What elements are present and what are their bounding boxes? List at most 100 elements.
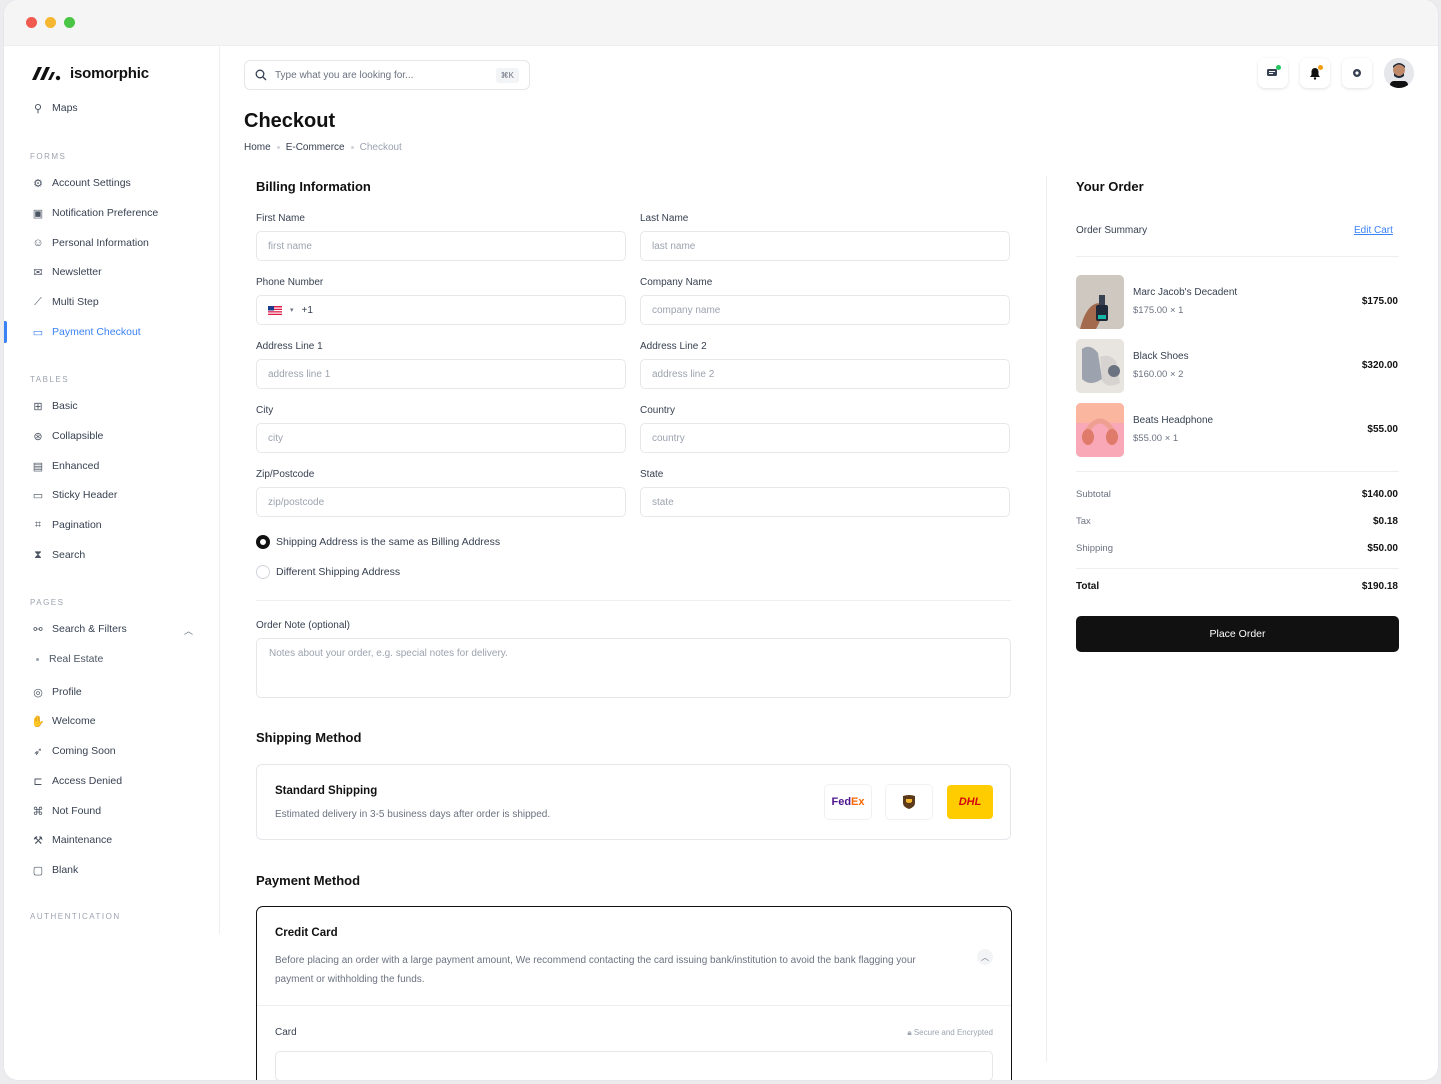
chevron-down-icon[interactable]: ▾	[290, 306, 294, 314]
same-address-radio[interactable]: Shipping Address is the same as Billing …	[256, 535, 500, 549]
shipping-option-standard[interactable]: Standard Shipping Estimated delivery in …	[256, 764, 1011, 840]
city-field[interactable]: city	[256, 423, 626, 453]
breadcrumb-home[interactable]: Home	[244, 142, 271, 153]
sidebar-item-enhanced[interactable]: ▤ Enhanced	[32, 460, 100, 473]
sidebar-item-payment-checkout[interactable]: ▭ Payment Checkout	[32, 326, 141, 339]
steps-icon: ⟋	[34, 295, 42, 308]
sidebar-item-account-settings[interactable]: ⚙ Account Settings	[32, 177, 131, 190]
user-icon: ☺	[32, 237, 44, 249]
divider	[1076, 471, 1399, 472]
order-note-field[interactable]: Notes about your order, e.g. special not…	[256, 638, 1011, 698]
sidebar-item-not-found[interactable]: ⌘ Not Found	[32, 805, 102, 818]
maximize-window-dot[interactable]	[64, 17, 75, 28]
logo[interactable]: isomorphic	[30, 64, 149, 82]
order-note-label: Order Note (optional)	[256, 620, 350, 631]
sidebar-item-label: Real Estate	[49, 653, 104, 665]
sidebar-item-label: Access Denied	[52, 775, 123, 787]
close-window-dot[interactable]	[26, 17, 37, 28]
hourglass-icon: ⧗	[34, 548, 42, 561]
company-field[interactable]: company name	[640, 295, 1010, 325]
sidebar-item-label: Multi Step	[52, 296, 99, 308]
sidebar-item-maps[interactable]: ⚲ Maps	[32, 102, 78, 115]
breadcrumb-separator	[350, 146, 354, 149]
active-indicator	[4, 321, 7, 343]
sidebar-item-blank[interactable]: ▢ Blank	[32, 864, 78, 877]
payment-heading: Payment Method	[256, 873, 361, 888]
browser-window: isomorphic ⚲ Maps FORMS ⚙ Account Settin…	[4, 0, 1438, 1080]
filter-icon: ⚯	[33, 623, 43, 636]
place-order-button[interactable]: Place Order	[1076, 616, 1399, 652]
product-meta: $55.00 × 1	[1133, 433, 1179, 444]
zip-field[interactable]: zip/postcode	[256, 487, 626, 517]
sidebar-item-label: Enhanced	[52, 460, 100, 472]
total-value: $190.18	[1361, 581, 1398, 592]
address2-field[interactable]: address line 2	[640, 359, 1010, 389]
chevron-up-icon[interactable]: ︿	[977, 949, 993, 965]
first-name-field[interactable]: first name	[256, 231, 626, 261]
ups-logo	[886, 785, 932, 819]
sidebar-item-maintenance[interactable]: ⚒ Maintenance	[32, 834, 112, 847]
state-label: State	[640, 469, 664, 480]
phone-field[interactable]: ▾ +1	[256, 295, 626, 325]
window-icon: ▭	[32, 489, 44, 502]
sidebar-item-sticky-header[interactable]: ▭ Sticky Header	[32, 489, 118, 502]
sidebar-item-basic[interactable]: ⊞ Basic	[32, 400, 77, 413]
avatar[interactable]	[1384, 58, 1414, 88]
sidebar-item-collapsible[interactable]: ⊛ Collapsible	[32, 430, 103, 443]
company-label: Company Name	[640, 277, 713, 288]
sidebar-item-welcome[interactable]: ✋ Welcome	[31, 715, 96, 728]
sidebar-item-coming-soon[interactable]: ➶ Coming Soon	[32, 745, 115, 758]
different-address-radio[interactable]: Different Shipping Address	[256, 565, 400, 579]
chevron-up-icon[interactable]: ︿	[184, 624, 193, 637]
order-column-divider	[1046, 176, 1047, 1062]
product-meta: $160.00 × 2	[1133, 369, 1184, 380]
payment-option-credit-card[interactable]: Credit Card Before placing an order with…	[256, 906, 1012, 1080]
grid-icon: ⊞	[33, 400, 43, 413]
radio-label: Different Shipping Address	[276, 566, 401, 578]
divider	[1076, 568, 1399, 569]
product-price: $175.00	[1361, 296, 1398, 307]
sidebar-item-access-denied[interactable]: ⊏ Access Denied	[32, 775, 123, 788]
messages-button[interactable]	[1258, 58, 1288, 88]
secure-note: 🔒︎ Secure and Encrypted	[907, 1028, 993, 1038]
sidebar-item-label: Not Found	[52, 805, 102, 817]
user-gear-icon: ⚙	[33, 177, 43, 190]
section-forms: FORMS	[30, 152, 67, 161]
divider	[256, 600, 1011, 601]
secure-text: Secure and Encrypted	[913, 1028, 993, 1037]
breadcrumb-separator	[276, 146, 280, 149]
sidebar-item-multi-step[interactable]: ⟋ Multi Step	[32, 295, 99, 309]
sidebar-subitem-real-estate[interactable]: Real Estate	[36, 653, 103, 665]
order-summary-label: Order Summary	[1076, 225, 1148, 236]
headphone-product-icon	[1076, 403, 1124, 457]
state-field[interactable]: state	[640, 487, 1010, 517]
sidebar-item-notification-preference[interactable]: ▣ Notification Preference	[32, 207, 158, 220]
divider	[1076, 256, 1399, 257]
sidebar-item-search[interactable]: ⧗ Search	[32, 548, 85, 562]
sidebar-item-label: Personal Information	[52, 237, 149, 249]
search-bar[interactable]: Type what you are looking for... ⌘K	[244, 60, 530, 90]
perfume-product-icon	[1076, 275, 1124, 329]
sidebar-item-search-filters[interactable]: ⚯ Search & Filters	[32, 623, 126, 636]
minimize-window-dot[interactable]	[45, 17, 56, 28]
collapse-icon: ⊛	[33, 430, 43, 443]
settings-button[interactable]	[1342, 58, 1372, 88]
sidebar-item-label: Welcome	[52, 715, 96, 727]
sidebar-item-newsletter[interactable]: ✉ Newsletter	[32, 266, 101, 279]
country-field[interactable]: country	[640, 423, 1010, 453]
sidebar-item-personal-information[interactable]: ☺ Personal Information	[32, 237, 149, 249]
card-number-field[interactable]	[275, 1051, 993, 1080]
section-pages: PAGES	[30, 598, 65, 607]
breadcrumb-ecommerce[interactable]: E-Commerce	[286, 142, 345, 153]
sidebar-item-profile[interactable]: ◎ Profile	[32, 686, 82, 699]
notifications-button[interactable]	[1300, 58, 1330, 88]
payment-option-title: Credit Card	[275, 927, 338, 939]
subtotal-value: $140.00	[1361, 489, 1398, 500]
last-name-field[interactable]: last name	[640, 231, 1010, 261]
address1-field[interactable]: address line 1	[256, 359, 626, 389]
sidebar-item-pagination[interactable]: ⌗ Pagination	[32, 519, 102, 532]
edit-cart-link[interactable]: Edit Cart	[1354, 225, 1393, 236]
product-name: Beats Headphone	[1133, 415, 1214, 426]
last-name-label: Last Name	[640, 213, 689, 224]
product-name: Marc Jacob's Decadent	[1133, 287, 1238, 298]
